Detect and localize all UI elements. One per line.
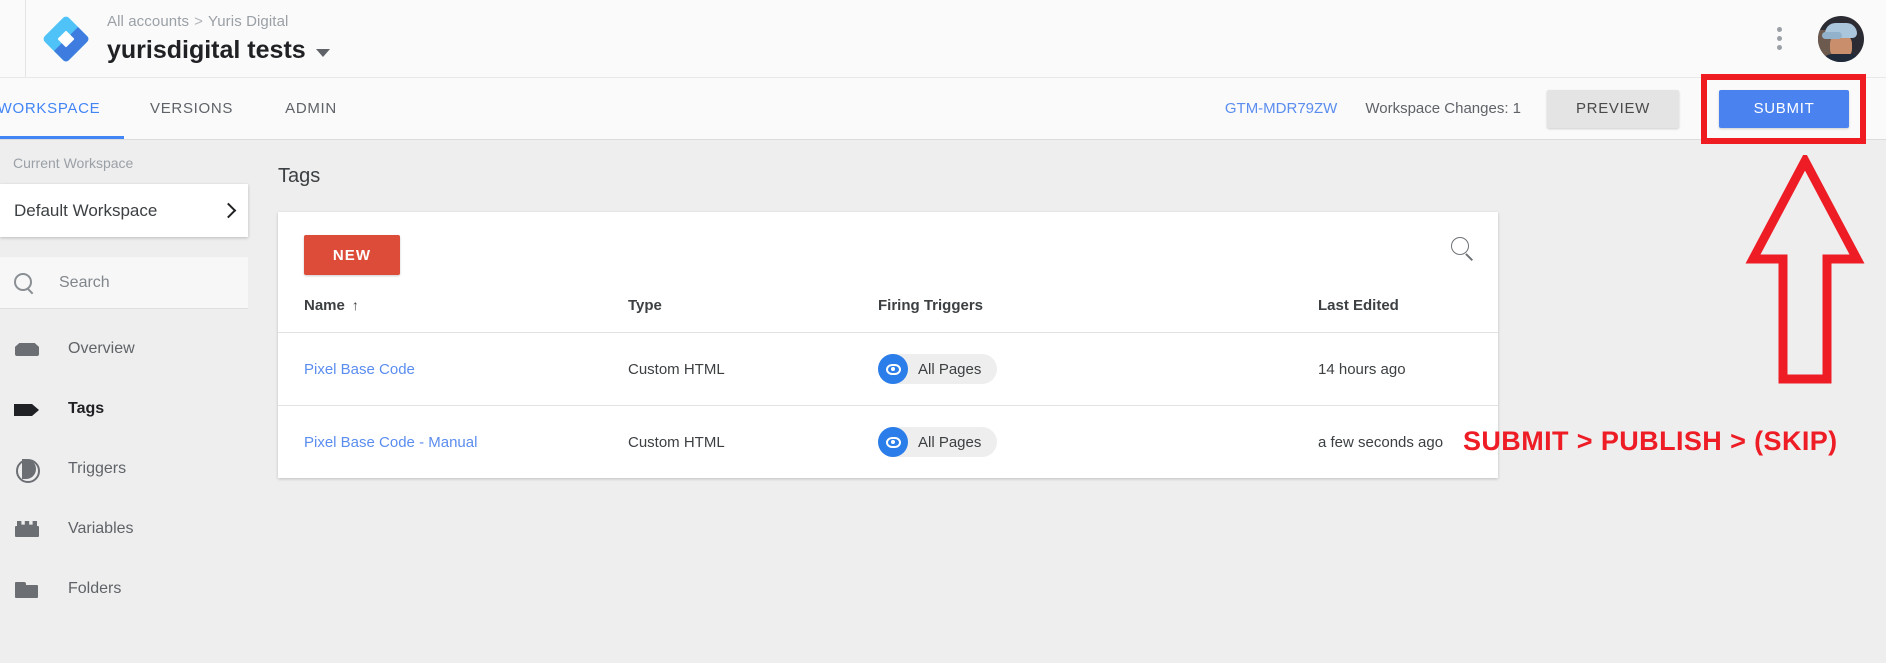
table-row[interactable]: Pixel Base Code - Manual Custom HTML All…: [278, 406, 1498, 479]
cell-firing-triggers: All Pages: [878, 406, 1318, 479]
pageview-eye-icon: [878, 354, 908, 384]
sidebar-item-label: Variables: [68, 520, 134, 537]
column-header-last-edited[interactable]: Last Edited: [1318, 291, 1498, 333]
top-header: All accounts > Yuris Digital yurisdigital …: [0, 0, 1886, 77]
cell-name: Pixel Base Code - Manual: [278, 406, 628, 479]
tab-workspace[interactable]: WORKSPACE: [0, 78, 124, 139]
up-arrow-outline-annotation-icon: [1745, 155, 1865, 384]
search-icon[interactable]: [1448, 235, 1476, 263]
cell-type: Custom HTML: [628, 332, 878, 406]
tags-table: Name ↑ Type Firing Triggers Last Edited P…: [278, 291, 1498, 478]
tag-icon: [14, 396, 40, 422]
breadcrumb-account-name[interactable]: Yuris Digital: [208, 13, 289, 30]
tab-workspace-label: WORKSPACE: [0, 100, 101, 117]
cell-name: Pixel Base Code: [278, 332, 628, 406]
column-header-name[interactable]: Name ↑: [278, 291, 628, 333]
tab-admin-label: ADMIN: [285, 100, 337, 117]
sidebar-item-variables[interactable]: Variables: [0, 499, 248, 559]
search-input[interactable]: [59, 273, 229, 292]
variable-icon: [14, 516, 40, 542]
sidebar: Current Workspace Default Workspace Over…: [0, 140, 248, 663]
overview-icon: [14, 336, 40, 362]
container-title-row[interactable]: yurisdigital tests: [107, 34, 330, 66]
annotation-text: SUBMIT > PUBLISH > (SKIP): [1463, 426, 1838, 456]
workspace-navbar: WORKSPACE VERSIONS ADMIN GTM-MDR79ZW Wor…: [0, 73, 1886, 144]
sidebar-item-folders[interactable]: Folders: [0, 559, 248, 619]
tags-card-toolbar: NEW: [278, 212, 1498, 275]
trigger-chip-label: All Pages: [918, 360, 982, 378]
sidebar-section-label: Current Workspace: [13, 155, 134, 171]
sidebar-workspace-selector[interactable]: Default Workspace: [0, 184, 248, 237]
cell-type: Custom HTML: [628, 433, 725, 451]
tag-name-link[interactable]: Pixel Base Code: [304, 361, 415, 378]
column-header-type[interactable]: Type: [628, 291, 878, 333]
workspace-changes-status: Workspace Changes: 1: [1365, 100, 1521, 117]
tab-admin[interactable]: ADMIN: [259, 78, 363, 139]
trigger-chip[interactable]: All Pages: [878, 427, 998, 457]
account-title-block: All accounts > Yuris Digital yurisdigital …: [107, 12, 330, 66]
navbar-actions: GTM-MDR79ZW Workspace Changes: 1 PREVIEW…: [1225, 73, 1886, 144]
sidebar-item-tags[interactable]: Tags: [0, 379, 248, 439]
preview-button[interactable]: PREVIEW: [1547, 89, 1679, 128]
search-icon: [12, 271, 36, 295]
folder-icon: [14, 576, 40, 602]
trigger-chip[interactable]: All Pages: [878, 354, 998, 384]
more-vert-icon[interactable]: [1766, 24, 1792, 54]
gtm-diamond-logo-icon: [41, 14, 91, 63]
sidebar-workspace-name: Default Workspace: [14, 200, 158, 220]
column-header-firing-triggers[interactable]: Firing Triggers: [878, 291, 1318, 333]
sidebar-item-label: Folders: [68, 580, 122, 597]
gtm-workspace-page: All accounts > Yuris Digital yurisdigital …: [0, 0, 1886, 663]
sidebar-item-label: Triggers: [68, 460, 127, 477]
left-rail-divider: [0, 0, 26, 77]
table-header-row: Name ↑ Type Firing Triggers Last Edited: [278, 291, 1498, 333]
sidebar-item-triggers[interactable]: Triggers: [0, 439, 248, 499]
chevron-down-icon[interactable]: [315, 48, 330, 57]
page-title-container-name: yurisdigital tests: [107, 35, 306, 64]
chevron-right-icon: [220, 202, 237, 219]
tab-versions-label: VERSIONS: [150, 100, 234, 117]
container-id-link[interactable]: GTM-MDR79ZW: [1225, 100, 1338, 117]
trigger-icon: [14, 456, 40, 483]
pageview-eye-icon: [878, 427, 908, 457]
breadcrumb-all-accounts[interactable]: All accounts: [107, 13, 189, 30]
trigger-chip-label: All Pages: [918, 433, 982, 451]
section-heading: Tags: [278, 165, 321, 187]
main-content: Tags NEW Name ↑ Type Firing Triggers Last…: [248, 140, 1886, 663]
sidebar-nav-list: Overview Tags Triggers Variables Folders: [0, 319, 248, 619]
submit-button[interactable]: SUBMIT: [1719, 89, 1849, 128]
tab-versions[interactable]: VERSIONS: [124, 78, 259, 139]
sidebar-item-label: Overview: [68, 340, 135, 357]
tag-name-link[interactable]: Pixel Base Code - Manual: [304, 434, 477, 451]
nav-tabs: WORKSPACE VERSIONS ADMIN: [0, 78, 363, 139]
table-row[interactable]: Pixel Base Code Custom HTML All Pages 14…: [278, 332, 1498, 406]
breadcrumb: All accounts > Yuris Digital: [107, 12, 330, 32]
sidebar-item-overview[interactable]: Overview: [0, 319, 248, 379]
cell-last-edited: 14 hours ago: [1318, 332, 1498, 406]
breadcrumb-separator: >: [194, 12, 203, 30]
column-header-name-label: Name: [304, 297, 345, 314]
avatar[interactable]: [1818, 15, 1864, 62]
header-actions: [1766, 15, 1886, 62]
sort-ascending-icon: ↑: [351, 297, 359, 313]
sidebar-item-label: Tags: [68, 400, 105, 417]
sidebar-search-row[interactable]: [0, 257, 248, 309]
cell-firing-triggers: All Pages: [878, 332, 1318, 406]
tags-card: NEW Name ↑ Type Firing Triggers Last Edit…: [278, 212, 1498, 478]
submit-button-highlight: SUBMIT: [1701, 73, 1866, 144]
new-tag-button[interactable]: NEW: [304, 235, 400, 275]
